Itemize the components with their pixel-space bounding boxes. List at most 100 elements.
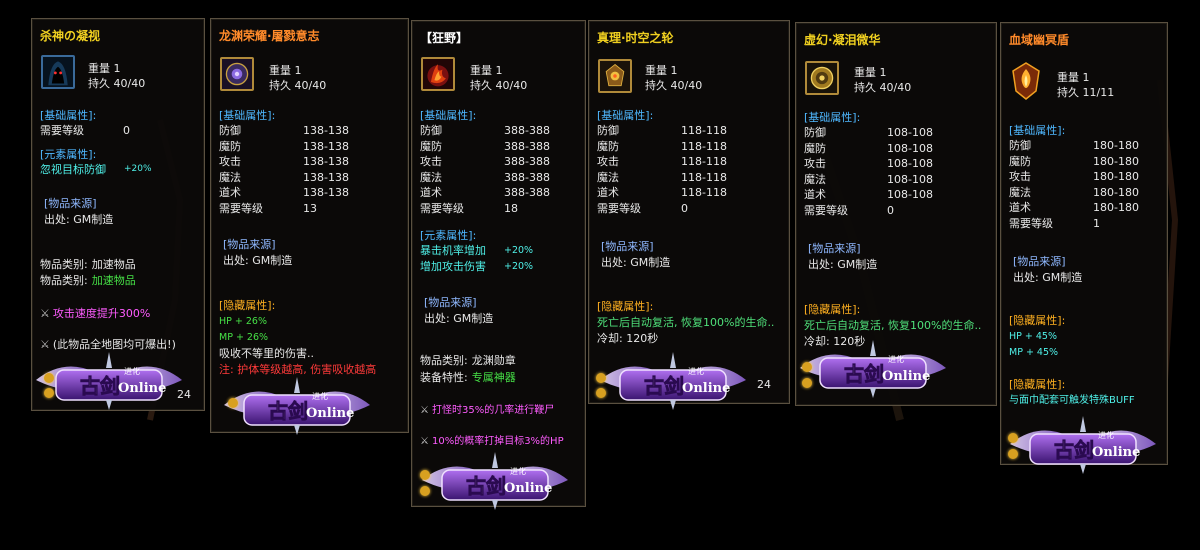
attribute-row: 魔法 108-108 — [804, 172, 933, 188]
attribute-row: 需要等级 0 — [597, 201, 688, 217]
attribute-row: 道术 180-180 — [1009, 200, 1139, 216]
truncated-text: 24 — [757, 378, 771, 391]
attribute-value: 388-388 — [504, 139, 550, 153]
source-header: [物品来源] — [808, 242, 861, 255]
attribute-label: 需要等级 — [597, 201, 641, 215]
attribute-value: 118-118 — [681, 124, 727, 137]
attribute-value: 118-118 — [681, 155, 727, 168]
attribute-label: 防御 — [219, 124, 241, 137]
logo-brand-latin: Online — [682, 381, 730, 396]
source-text: 出处: GM制造 — [601, 256, 671, 269]
base-attributes-header: [基础属性]: — [219, 109, 276, 122]
effect-line: ⚔ 攻击速度提升300% — [40, 306, 150, 321]
attribute-value: 108-108 — [887, 126, 933, 139]
element-label: 增加攻击伤害 — [420, 260, 486, 273]
attribute-value: 180-180 — [1093, 201, 1139, 214]
attribute-label: 需要等级 — [40, 124, 84, 137]
attribute-value: 18 — [504, 201, 518, 215]
logo-brand-latin: Online — [306, 406, 354, 421]
logo-brand-latin: Online — [118, 381, 166, 396]
source-text: 出处: GM制造 — [223, 254, 293, 267]
sword-icon: ⚔ — [420, 436, 429, 447]
category-row: 物品类别: 加速物品 — [40, 257, 136, 273]
golden-amulet-icon — [598, 59, 632, 93]
attribute-value: 138-138 — [303, 170, 349, 184]
base-attributes-header: [基础属性]: — [420, 109, 477, 122]
gem-icon — [596, 373, 606, 383]
weight-text: 重量 1 — [269, 64, 302, 77]
attribute-label: 道术 — [597, 186, 619, 199]
item-tooltip-card: 血域幽冥盾 重量 1 持久 11/11 [基础属性]: 防御 180-180 魔防… — [1000, 22, 1168, 465]
attribute-row: 魔防 138-138 — [219, 139, 349, 155]
game-logo: 古剑 Online 进化 — [34, 350, 184, 412]
hidden-attribute-row: MP + 26% — [219, 332, 269, 343]
attribute-value: 180-180 — [1093, 154, 1139, 168]
weight-text: 重量 1 — [470, 64, 503, 77]
attribute-label: 需要等级 — [219, 201, 263, 215]
attribute-row: 防御 388-388 — [420, 123, 550, 139]
attribute-label: 道术 — [420, 186, 442, 199]
attribute-label: 魔防 — [597, 139, 619, 153]
attribute-row: 需要等级 0 — [804, 203, 894, 219]
attribute-value: 180-180 — [1093, 170, 1139, 183]
gem-icon — [802, 362, 812, 372]
fire-claw-icon — [421, 57, 455, 91]
attribute-label: 攻击 — [420, 155, 442, 168]
source-text: 出处: GM制造 — [44, 213, 114, 226]
gem-icon — [1008, 433, 1018, 443]
attribute-row: 需要等级 13 — [219, 201, 317, 217]
weight-text: 重量 1 — [88, 62, 121, 75]
attribute-value: 13 — [303, 201, 317, 215]
durability-text: 持久 11/11 — [1057, 86, 1115, 99]
attribute-value: 108-108 — [887, 157, 933, 170]
category-label: 物品类别: — [420, 354, 468, 367]
element-row: 忽视目标防御 +20% — [40, 162, 152, 178]
attribute-row: 需要等级 1 — [1009, 216, 1100, 232]
item-name: 血域幽冥盾 — [1009, 33, 1070, 47]
attribute-label: 攻击 — [804, 157, 826, 170]
game-logo: 古剑 Online 进化 — [798, 338, 948, 400]
weight-text: 重量 1 — [645, 64, 678, 77]
attribute-row: 防御 138-138 — [219, 123, 349, 139]
gem-icon — [802, 378, 812, 388]
attribute-row: 防御 118-118 — [597, 123, 727, 139]
attribute-value: 388-388 — [504, 170, 550, 184]
logo-brand: 古剑 — [1054, 438, 1094, 462]
gem-icon — [1008, 449, 1018, 459]
element-value: +20% — [504, 261, 534, 272]
sword-icon: ⚔ — [420, 405, 429, 416]
attribute-label: 魔防 — [804, 141, 826, 155]
element-label: 暴击机率增加 — [420, 244, 486, 257]
attribute-value: 118-118 — [681, 186, 727, 199]
item-tooltip-card: 龙渊荣耀·屠戮意志 重量 1 持久 40/40 [基础属性]: 防御 138-13… — [210, 18, 409, 433]
item-name: 虚幻·凝泪微华 — [804, 33, 881, 47]
attribute-value: 388-388 — [504, 186, 550, 199]
category-row: 物品类别: 加速物品 — [40, 273, 136, 289]
source-header: [物品来源] — [223, 238, 276, 251]
hidden-attributes-header: [隐藏属性]: — [597, 300, 654, 313]
logo-brand-latin: Online — [882, 369, 930, 384]
hidden-attribute-row: MP + 45% — [1009, 347, 1059, 358]
base-attributes-header: [基础属性]: — [597, 109, 654, 122]
gem-icon — [228, 398, 238, 408]
effect-text: 攻击速度提升300% — [52, 307, 151, 320]
base-attributes-header: [基础属性]: — [804, 111, 861, 124]
attribute-value: 108-108 — [887, 141, 933, 155]
gem-icon — [44, 373, 54, 383]
durability-text: 持久 40/40 — [269, 79, 327, 92]
attribute-row: 需要等级 0 — [40, 123, 130, 139]
logo-brand: 古剑 — [268, 399, 308, 423]
flame-shield-icon — [1009, 61, 1043, 101]
attribute-label: 防御 — [597, 124, 619, 137]
attribute-label: 需要等级 — [420, 201, 464, 215]
attribute-value: 1 — [1093, 216, 1100, 230]
durability-text: 持久 40/40 — [470, 79, 528, 92]
source-header: [物品来源] — [424, 296, 477, 309]
item-name: 龙渊荣耀·屠戮意志 — [219, 29, 320, 43]
item-tooltip-card: 【狂野】 重量 1 持久 40/40 [基础属性]: 防御 388-388 魔防 3… — [411, 20, 586, 507]
logo-badge: 进化 — [510, 466, 526, 476]
element-value: +20% — [504, 245, 534, 256]
attribute-row: 攻击 180-180 — [1009, 169, 1139, 185]
golden-gear-icon — [805, 61, 839, 95]
gem-icon — [420, 486, 430, 496]
